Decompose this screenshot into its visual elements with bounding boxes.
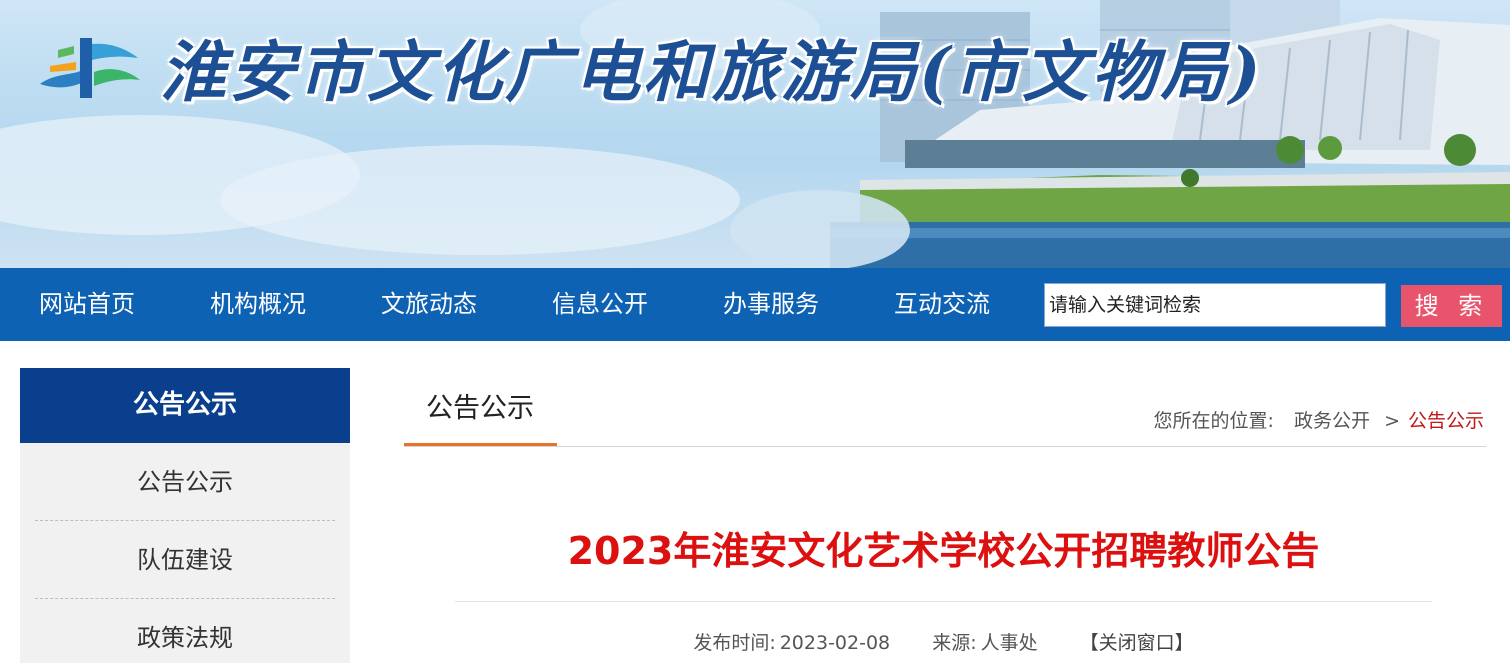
breadcrumb-link-parent[interactable]: 政务公开 (1294, 410, 1370, 432)
nav-item-news[interactable]: 文旅动态 (381, 268, 477, 341)
sidebar-item-policies[interactable]: 政策法规 (35, 599, 335, 663)
bureau-logo-icon (40, 38, 140, 98)
publish-date-group: 发布时间: 2023-02-08 (693, 632, 890, 654)
title-divider (455, 601, 1432, 602)
site-banner: 淮安市文化广电和旅游局(市文物局) (0, 0, 1510, 268)
sidebar-title: 公告公示 (20, 368, 350, 443)
article-title: 2023年淮安文化艺术学校公开招聘教师公告 (567, 529, 1320, 573)
article-meta: 发布时间: 2023-02-08 来源: 人事处 【关闭窗口】 (455, 628, 1432, 655)
breadcrumb-prefix: 您所在的位置: (1153, 410, 1274, 432)
publish-date: 2023-02-08 (779, 632, 891, 654)
publish-date-label: 发布时间: (693, 632, 776, 654)
search-input[interactable]: 请输入关键词检索 (1044, 283, 1386, 327)
source-label: 来源: (932, 632, 977, 654)
source-value: 人事处 (980, 632, 1038, 654)
nav-item-interaction[interactable]: 互动交流 (894, 268, 990, 341)
nav-item-about[interactable]: 机构概况 (210, 268, 306, 341)
sidebar-item-announcements[interactable]: 公告公示 (35, 443, 335, 521)
nav-item-disclosure[interactable]: 信息公开 (552, 268, 648, 341)
sidebar-item-team-building[interactable]: 队伍建设 (35, 521, 335, 599)
breadcrumb: 您所在的位置: 政务公开 > 公告公示 (1154, 406, 1484, 433)
sidebar: 公告公示 公告公示 队伍建设 政策法规 (20, 368, 350, 663)
section-tab: 公告公示 (404, 372, 557, 446)
search-button[interactable]: 搜 索 (1401, 285, 1502, 327)
nav-item-services[interactable]: 办事服务 (723, 268, 819, 341)
close-window-link[interactable]: 【关闭窗口】 (1080, 632, 1194, 654)
section-divider (404, 446, 1486, 447)
breadcrumb-current[interactable]: 公告公示 (1408, 410, 1484, 432)
site-title: 淮安市文化广电和旅游局(市文物局) (160, 33, 1264, 111)
source-group: 来源: 人事处 (932, 632, 1037, 654)
nav-item-home[interactable]: 网站首页 (39, 268, 135, 341)
breadcrumb-separator: > (1384, 410, 1400, 432)
